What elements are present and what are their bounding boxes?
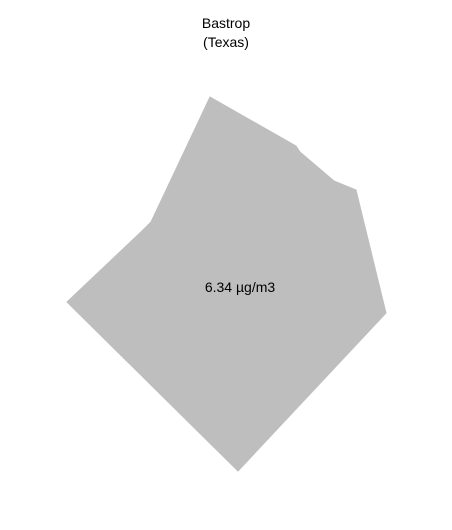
county-value-label: 6.34 µg/m3	[205, 279, 276, 295]
county-map: 6.34 µg/m3	[66, 96, 387, 472]
